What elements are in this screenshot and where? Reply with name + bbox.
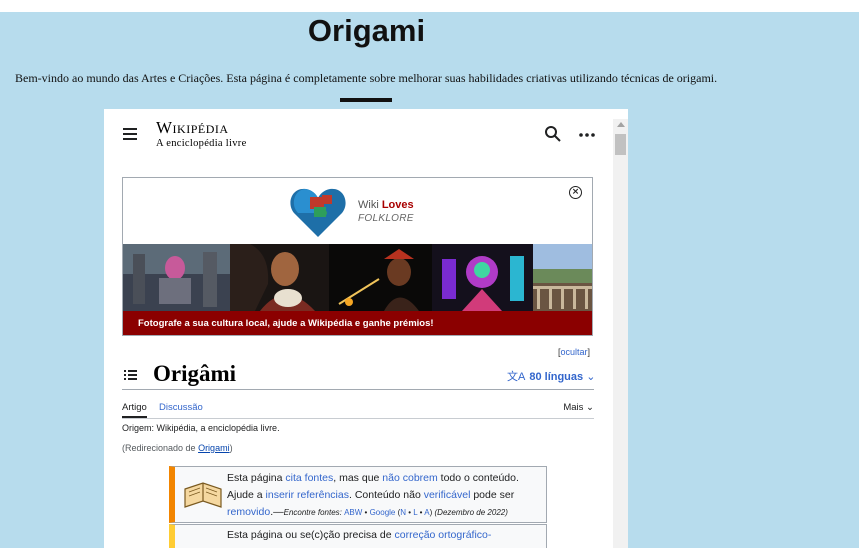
n2-t1: Esta página ou se(c)ção precisa de: [227, 529, 395, 541]
more-menu-label: Mais: [563, 402, 584, 413]
hide-banner-link[interactable]: [ocultar]: [558, 347, 590, 357]
wordmark-wiki: Wiki: [358, 199, 382, 211]
scroll-up-arrow-icon[interactable]: [617, 122, 625, 127]
scrollbar-thumb[interactable]: [615, 134, 626, 155]
tabs-rule: [122, 418, 594, 419]
wikipedia-embed-frame[interactable]: Wikipédia A enciclopédia livre × Wiki Lo…: [104, 109, 628, 548]
more-menu[interactable]: Mais ⌄: [563, 402, 594, 413]
wikipedia-logo[interactable]: Wikipédia A enciclopédia livre: [156, 118, 247, 150]
page-title: Origami: [307, 13, 426, 48]
more-options-icon[interactable]: [578, 125, 596, 143]
photo-woman-portrait: [230, 244, 329, 311]
wikipedia-logo-tagline: A enciclopédia livre: [156, 138, 247, 149]
sources-notice-text: Esta página cita fontes, mas que não cob…: [227, 472, 519, 518]
redirect-link[interactable]: Origami: [198, 443, 230, 453]
photo-temple-landscape: [533, 244, 592, 311]
close-icon[interactable]: ×: [569, 186, 582, 199]
n1-t5: pode ser: [470, 489, 515, 501]
table-of-contents-icon[interactable]: [124, 370, 137, 380]
title-rule: [122, 389, 594, 390]
puzzle-heart-logo-icon: [290, 188, 346, 237]
chevron-down-icon: ⌄: [586, 371, 596, 383]
spelling-correction-link[interactable]: correção ortográfico-: [395, 529, 492, 541]
notice-date: (Dezembro de 2022): [432, 508, 508, 517]
abw-link[interactable]: ABW: [344, 508, 362, 517]
wordmark-loves: Loves: [381, 199, 414, 211]
redirect-prefix: (Redirecionado de: [122, 443, 199, 453]
n1-t1: Esta página: [227, 472, 286, 484]
search-icon[interactable]: [544, 125, 562, 143]
book-icon: [184, 482, 222, 508]
wikipedia-header: Wikipédia A enciclopédia livre: [104, 109, 613, 161]
insert-references-link[interactable]: inserir referências: [266, 489, 349, 501]
photo-masked-figure: [123, 244, 230, 311]
hamburger-menu-icon[interactable]: [123, 128, 137, 140]
redirect-suffix: ): [229, 443, 233, 453]
removed-link[interactable]: removido: [227, 506, 270, 518]
n1-t2: , mas que: [333, 472, 383, 484]
scrollbar[interactable]: [613, 119, 628, 548]
translate-icon: 文A: [507, 371, 526, 383]
n1-t4: . Conteúdo não: [348, 489, 424, 501]
wordmark-folklore: FOLKLORE: [358, 213, 414, 224]
sources-notice-box: Esta página cita fontes, mas que não cob…: [169, 466, 547, 523]
verifiable-link[interactable]: verificável: [424, 489, 471, 501]
google-link[interactable]: Google: [370, 508, 396, 517]
wiki-loves-folklore-wordmark: Wiki Loves FOLKLORE: [358, 199, 414, 225]
banner-photo-strip: [123, 244, 592, 311]
top-bar: [0, 0, 859, 12]
spelling-notice-text: Esta página ou se(c)ção precisa de corre…: [227, 529, 491, 541]
languages-button[interactable]: 文A 80 línguas ⌄: [507, 368, 595, 384]
not-cover-link[interactable]: não cobrem: [382, 472, 437, 484]
spelling-notice-box: Esta página ou se(c)ção precisa de corre…: [169, 524, 547, 548]
find-sources-label: Encontre fontes:: [283, 508, 345, 517]
photo-festival-lights: [432, 244, 533, 311]
origin-line: Origem: Wikipédia, a enciclopédia livre.: [122, 423, 280, 433]
article-title: Origâmi: [153, 361, 237, 386]
redirect-note: (Redirecionado de Origami): [122, 443, 233, 453]
intro-text: Bem-vindo ao mundo das Artes e Criações.…: [15, 71, 718, 85]
cite-sources-link[interactable]: cita fontes: [285, 472, 333, 484]
photo-fire-dancer: [329, 244, 432, 311]
banner-call-to-action[interactable]: Fotografe a sua cultura local, ajude a W…: [123, 311, 592, 335]
n1-t6: .—: [270, 506, 284, 518]
hide-link-word[interactable]: ocultar: [561, 347, 588, 357]
tab-discussion[interactable]: Discussão: [159, 402, 203, 413]
tab-article[interactable]: Artigo: [122, 402, 147, 418]
hide-link-close: ]: [587, 347, 591, 357]
wiki-loves-folklore-banner[interactable]: × Wiki Loves FOLKLORE Fotografe a sua cu…: [122, 177, 593, 336]
wikipedia-logo-name: Wikipédia: [156, 118, 229, 137]
chevron-down-icon: ⌄: [586, 402, 594, 413]
languages-label: 80 línguas: [529, 371, 584, 383]
title-divider: [340, 98, 392, 102]
sep-1: •: [362, 508, 370, 517]
